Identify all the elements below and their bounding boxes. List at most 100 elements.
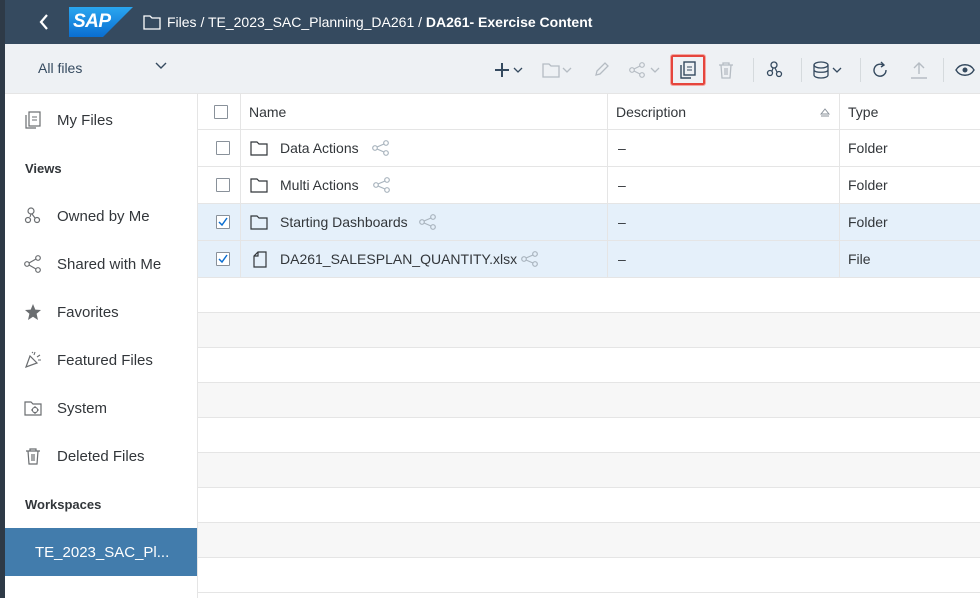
row-name[interactable]: Starting Dashboards <box>280 204 408 240</box>
views-heading: Views <box>25 161 62 176</box>
create-button[interactable] <box>493 56 527 84</box>
empty-row <box>198 523 980 558</box>
sidebar-item-deleted-files[interactable]: Deleted Files <box>5 436 198 476</box>
sidebar-item-shared-with-me[interactable]: Shared with Me <box>5 244 198 284</box>
share-button[interactable] <box>628 56 664 84</box>
toolbar-separator <box>860 58 861 82</box>
my-files-icon <box>24 111 42 129</box>
column-header-label: Type <box>848 104 879 120</box>
share-icon[interactable] <box>521 241 539 277</box>
sidebar-item-my-files[interactable]: My Files <box>5 100 198 140</box>
checkmark-icon <box>218 254 228 264</box>
empty-row <box>198 453 980 488</box>
shell-header: SAP Files / TE_2023_SAC_Planning_DA261 /… <box>5 0 980 44</box>
system-folder-icon <box>24 399 42 417</box>
table-header: Name Description Type <box>198 94 980 130</box>
file-filter-select[interactable]: All files <box>38 60 82 76</box>
empty-row <box>198 313 980 348</box>
share-icon[interactable] <box>372 130 390 166</box>
folder-outline-icon <box>542 63 572 78</box>
toolbar-separator <box>753 58 754 82</box>
sidebar-item-system[interactable]: System <box>5 388 198 428</box>
share-icon <box>629 62 660 78</box>
trash-icon <box>719 62 733 79</box>
sidebar: My Files Views Owned by Me Shared with M… <box>5 94 198 598</box>
toolbar-separator <box>801 58 802 82</box>
toolbar: All files <box>5 44 980 94</box>
row-type: Folder <box>848 177 888 193</box>
column-divider <box>240 94 241 277</box>
sidebar-item-label: Favorites <box>57 303 119 321</box>
eye-icon <box>955 64 975 76</box>
row-description: – <box>618 214 626 230</box>
column-header-description[interactable]: Description <box>607 94 840 130</box>
edit-button[interactable] <box>591 56 611 84</box>
column-divider <box>607 94 608 277</box>
new-folder-button[interactable] <box>540 56 576 84</box>
refresh-button[interactable] <box>869 56 891 84</box>
sidebar-item-favorites[interactable]: Favorites <box>5 292 198 332</box>
sidebar-item-workspace[interactable]: TE_2023_SAC_Pl... <box>5 528 197 576</box>
row-name[interactable]: DA261_SALESPLAN_QUANTITY.xlsx <box>280 241 517 277</box>
row-checkbox[interactable] <box>216 141 230 155</box>
chevron-left-icon <box>39 14 48 30</box>
breadcrumb-current: DA261- Exercise Content <box>425 14 593 30</box>
upload-button[interactable] <box>907 56 931 84</box>
row-checkbox-checked[interactable] <box>216 215 230 229</box>
sap-logo-text: SAP <box>73 11 111 32</box>
sidebar-item-featured-files[interactable]: Featured Files <box>5 340 198 380</box>
column-header-label: Name <box>249 104 287 120</box>
sidebar-item-owned-by-me[interactable]: Owned by Me <box>5 196 198 236</box>
workspace-label: TE_2023_SAC_Pl... <box>35 543 170 561</box>
party-popper-icon <box>24 351 42 369</box>
copy-button[interactable] <box>671 55 705 85</box>
row-name[interactable]: Data Actions <box>280 130 359 166</box>
table-row[interactable]: Data Actions – Folder <box>198 130 980 167</box>
row-description: – <box>618 251 626 267</box>
back-button[interactable] <box>29 0 59 44</box>
folder-icon <box>250 130 268 166</box>
sidebar-item-label: System <box>57 399 108 417</box>
sap-logo[interactable]: SAP <box>69 7 133 37</box>
refresh-icon <box>873 61 887 77</box>
select-all-checkbox[interactable] <box>214 105 228 119</box>
column-divider <box>839 94 840 277</box>
share-icon[interactable] <box>419 204 437 240</box>
checkmark-icon <box>218 217 228 227</box>
upload-icon <box>911 62 927 79</box>
row-type: Folder <box>848 214 888 230</box>
file-icon <box>253 241 267 277</box>
column-header-name[interactable]: Name <box>240 94 608 130</box>
row-name[interactable]: Multi Actions <box>280 167 359 203</box>
column-header-label: Description <box>616 104 687 120</box>
breadcrumb-path[interactable]: Files / TE_2023_SAC_Planning_DA261 / <box>167 14 426 30</box>
sort-ascending-icon[interactable] <box>820 108 830 117</box>
toolbar-separator <box>943 58 944 82</box>
pencil-icon <box>595 62 609 76</box>
table-row[interactable]: Starting Dashboards – Folder <box>198 204 980 241</box>
database-icon <box>813 61 842 79</box>
folder-icon <box>143 15 161 30</box>
delete-button[interactable] <box>715 56 737 84</box>
table-row[interactable]: DA261_SALESPLAN_QUANTITY.xlsx – File <box>198 241 980 278</box>
sidebar-item-label: Owned by Me <box>57 207 150 225</box>
share-settings-button[interactable] <box>763 56 787 84</box>
folder-icon <box>250 167 268 203</box>
share-icon <box>24 255 42 273</box>
star-icon <box>24 303 42 321</box>
file-table: Name Description Type Data Actions – Fol… <box>198 94 980 598</box>
chevron-down-icon[interactable] <box>155 62 167 70</box>
row-checkbox[interactable] <box>216 178 230 192</box>
share-icon[interactable] <box>373 167 391 203</box>
row-checkbox-checked[interactable] <box>216 252 230 266</box>
data-source-button[interactable] <box>811 56 847 84</box>
breadcrumb: Files / TE_2023_SAC_Planning_DA261 / DA2… <box>167 14 592 30</box>
table-row[interactable]: Multi Actions – Folder <box>198 167 980 204</box>
sidebar-item-label: My Files <box>57 111 113 129</box>
empty-row <box>198 348 980 383</box>
view-button[interactable] <box>953 56 977 84</box>
copy-icon <box>680 61 696 79</box>
row-type: Folder <box>848 140 888 156</box>
folder-icon <box>250 204 268 240</box>
column-header-type[interactable]: Type <box>839 94 980 130</box>
